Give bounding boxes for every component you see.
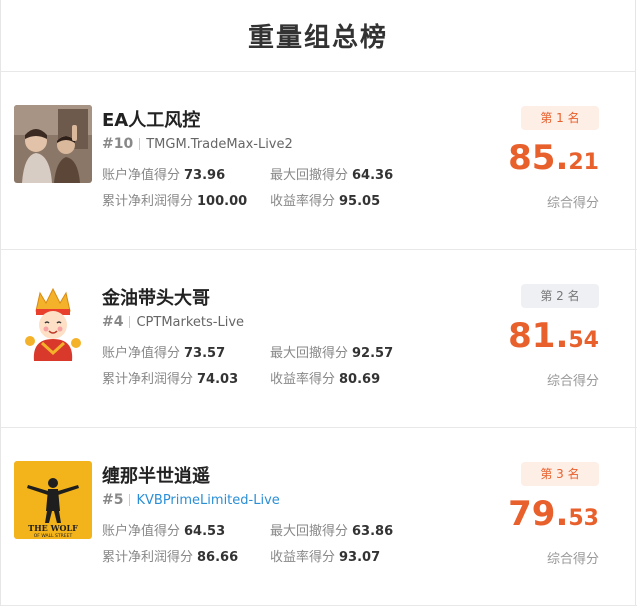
composite-score: 85.21 [508,138,599,178]
trader-rank: #5 [102,492,124,508]
stat-equity: 账户净值得分 64.53 [102,524,226,539]
composite-score: 81.54 [508,316,599,356]
rank-badge: 第 3 名 [521,462,599,486]
trader-name[interactable]: EA人工风控 [102,106,200,132]
wolf-of-wall-street-poster-icon: THE WOLF OF WALL STREET [14,461,92,539]
photo-of-children-icon [14,105,92,183]
stat-drawdown: 最大回撤得分 92.57 [270,346,394,361]
broker-server-link[interactable]: KVBPrimeLimited-Live [136,493,279,508]
broker-server: CPTMarkets-Live [136,314,245,330]
divider [129,316,131,328]
trader-meta: #4 CPTMarkets-Live [102,314,244,330]
leaderboard-row[interactable]: EA人工风控 #10 TMGM.TradeMax-Live2 账户净值得分 73.… [1,72,637,250]
svg-text:OF WALL STREET: OF WALL STREET [34,533,73,539]
composite-score: 79.53 [508,494,599,534]
stat-profit: 累计净利润得分 100.00 [102,194,248,209]
score-label: 综合得分 [546,374,599,389]
broker-server: TMGM.TradeMax-Live2 [146,136,293,152]
leaderboard-row[interactable]: THE WOLF OF WALL STREET 缠那半世逍遥 #5 KVBPri… [1,428,637,606]
score-label: 综合得分 [546,196,599,211]
trader-rank: #10 [102,136,134,152]
leaderboard-panel: 重量组总榜 EA人工风控 #10 TMGM.TradeMax-Live2 账户净… [0,0,637,606]
stat-profit: 累计净利润得分 86.66 [102,550,239,565]
page-title: 重量组总榜 [247,23,388,53]
svg-text:THE WOLF: THE WOLF [28,523,78,533]
leaderboard-row[interactable]: 金油带头大哥 #4 CPTMarkets-Live 账户净值得分 73.57 最大… [1,250,637,428]
rank-badge: 第 2 名 [521,284,599,308]
stat-drawdown: 最大回撤得分 64.36 [270,168,394,183]
divider [129,494,131,506]
trader-meta: #5 KVBPrimeLimited-Live [102,492,280,508]
avatar[interactable]: THE WOLF OF WALL STREET [14,461,92,539]
avatar[interactable] [14,283,92,361]
score-label: 综合得分 [546,552,599,567]
trader-rank: #4 [102,314,124,330]
stat-equity: 账户净值得分 73.96 [102,168,226,183]
stat-drawdown: 最大回撤得分 63.86 [270,524,394,539]
trader-meta: #10 TMGM.TradeMax-Live2 [102,136,293,152]
stat-equity: 账户净值得分 73.57 [102,346,226,361]
trader-name[interactable]: 金油带头大哥 [102,284,210,310]
trader-name[interactable]: 缠那半世逍遥 [102,462,210,488]
avatar[interactable] [14,105,92,183]
stat-yield: 收益率得分 95.05 [270,194,381,209]
god-of-wealth-cartoon-icon [14,283,92,361]
leaderboard-header: 重量组总榜 [1,0,635,72]
stat-yield: 收益率得分 80.69 [270,372,381,387]
stat-profit: 累计净利润得分 74.03 [102,372,239,387]
stat-yield: 收益率得分 93.07 [270,550,381,565]
rank-badge: 第 1 名 [521,106,599,130]
divider [139,138,141,150]
